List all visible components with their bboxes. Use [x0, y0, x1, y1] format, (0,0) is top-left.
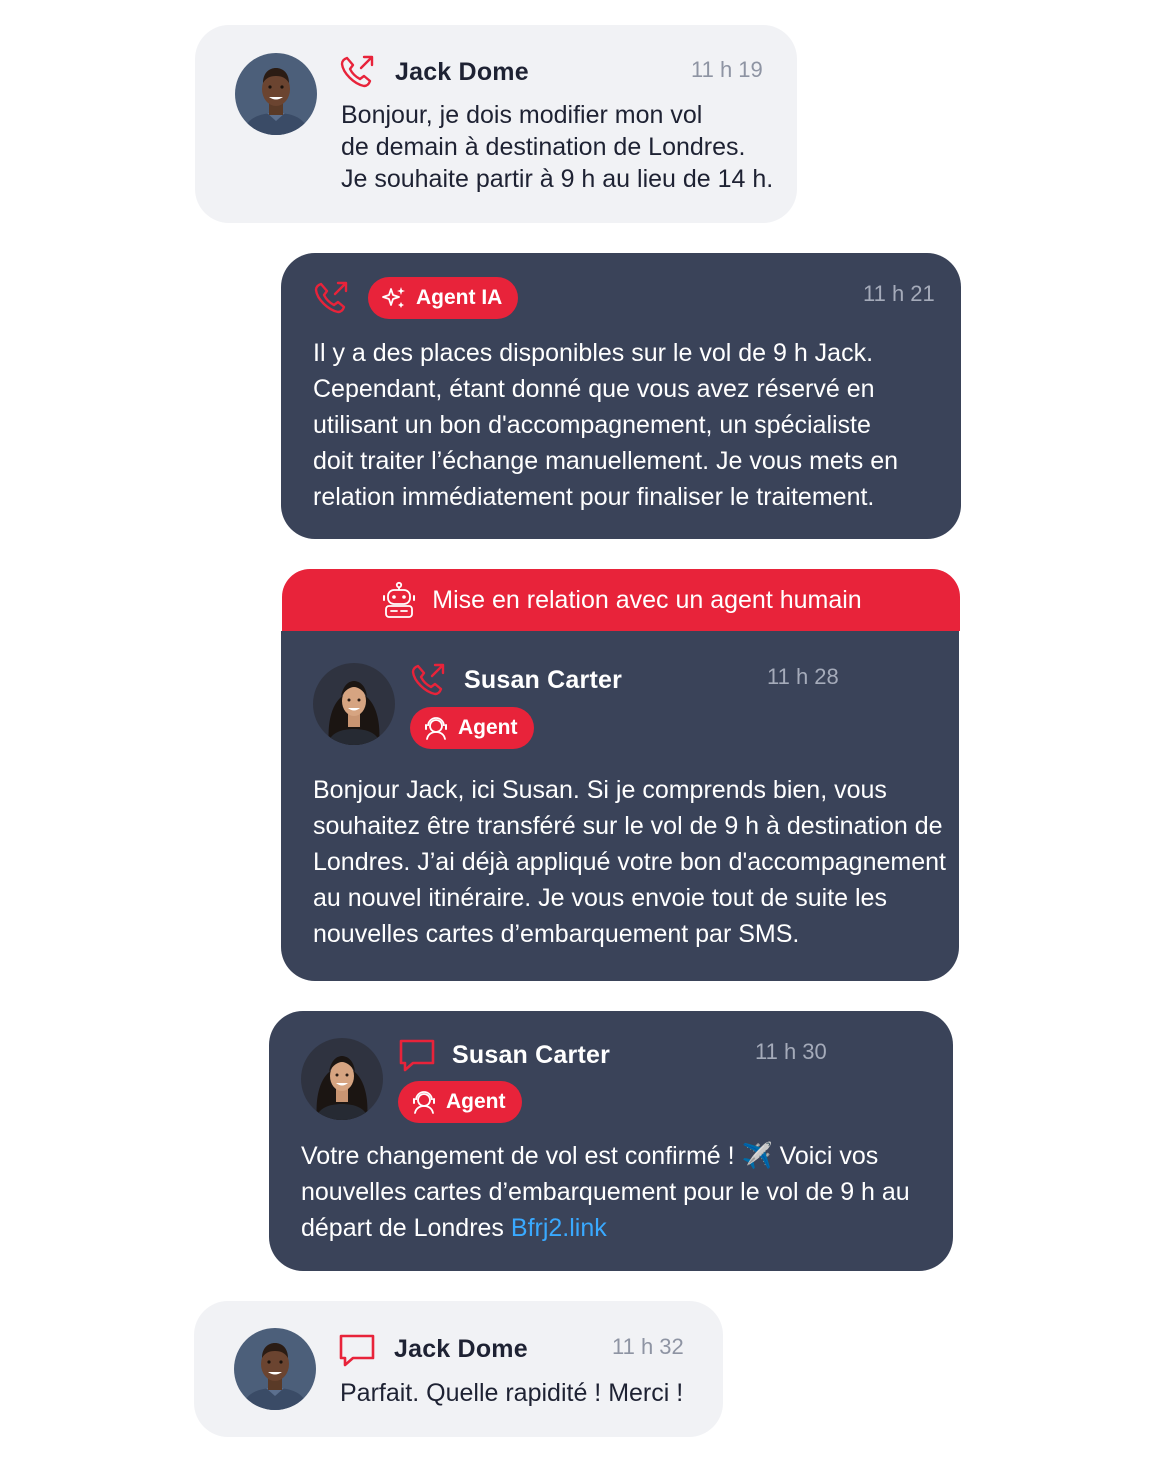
message-line: Je souhaite partir à 9 h au lieu de 14 h…	[341, 165, 774, 193]
avatar-jack-dome	[235, 53, 317, 135]
avatar-jack-dome	[234, 1328, 316, 1410]
message-text: Parfait. Quelle rapidité ! Merci !	[340, 1377, 710, 1409]
message-line: Bonjour Jack, ici Susan. Si je comprends…	[313, 776, 887, 804]
message-line: doit traiter l’échange manuellement. Je …	[313, 447, 899, 475]
badge-label: Agent	[446, 1090, 506, 1113]
message-line: utilisant un bon d'accompagnement, un sp…	[313, 411, 871, 439]
message-line: nouvelles cartes d’embarquement pour le …	[301, 1178, 910, 1206]
message-bubble-susan-2: Susan Carter 11 h 30 Agent Votre changem…	[269, 1011, 953, 1271]
sender-name: Jack Dome	[395, 58, 529, 86]
chat-bubble-icon	[397, 1035, 437, 1075]
banner-label: Mise en relation avec un agent humain	[432, 585, 862, 614]
robot-icon	[380, 581, 418, 619]
phone-call-icon	[311, 278, 351, 318]
message-bubble-jack-2: Jack Dome 11 h 32 Parfait. Quelle rapidi…	[194, 1301, 723, 1437]
message-line: souhaitez être transféré sur le vol de 9…	[313, 812, 943, 840]
message-line: Votre changement de vol est confirmé ! ✈…	[301, 1142, 879, 1170]
message-bubble-agent-ia: Agent IA 11 h 21 Il y a des places dispo…	[281, 253, 961, 539]
boarding-pass-link[interactable]: Bfrj2.link	[511, 1214, 607, 1242]
message-line-text: départ de Londres	[301, 1214, 511, 1242]
message-line: Cependant, étant donné que vous avez rés…	[313, 375, 875, 403]
avatar-susan-carter	[301, 1038, 383, 1120]
avatar-susan-carter	[313, 663, 395, 745]
message-text: Votre changement de vol est confirmé ! ✈…	[301, 1138, 941, 1246]
message-bubble-susan-1: Susan Carter 11 h 28 Agent Bonjour Jack,…	[281, 631, 959, 981]
agent-ia-badge: Agent IA	[368, 277, 519, 319]
message-text: Bonjour, je dois modifier mon vol de dem…	[341, 99, 781, 195]
message-line: Parfait. Quelle rapidité ! Merci !	[340, 1379, 684, 1407]
message-line: Bonjour, je dois modifier mon vol	[341, 101, 703, 129]
message-line: nouvelles cartes d’embarquement par SMS.	[313, 920, 800, 948]
badge-label: Agent	[458, 716, 518, 739]
message-bubble-jack-1: Jack Dome 11 h 19 Bonjour, je dois modif…	[195, 25, 797, 223]
message-line: départ de Londres Bfrj2.link	[301, 1210, 941, 1246]
sender-name: Jack Dome	[394, 1335, 528, 1363]
phone-call-icon	[408, 660, 448, 700]
message-line: au nouvel itinéraire. Je vous envoie tou…	[313, 884, 887, 912]
timestamp: 11 h 30	[755, 1039, 827, 1064]
timestamp: 11 h 28	[767, 664, 839, 689]
message-text: Bonjour Jack, ici Susan. Si je comprends…	[313, 772, 953, 952]
headset-agent-icon	[410, 1088, 438, 1116]
handoff-banner: Mise en relation avec un agent humain	[282, 569, 960, 631]
sender-name: Susan Carter	[452, 1041, 611, 1069]
timestamp: 11 h 32	[612, 1334, 684, 1359]
timestamp: 11 h 21	[863, 281, 935, 306]
message-line: relation immédiatement pour finaliser le…	[313, 483, 875, 511]
timestamp: 11 h 19	[691, 57, 763, 82]
message-line: Londres. J’ai déjà appliqué votre bon d'…	[313, 848, 946, 876]
agent-badge: Agent	[398, 1081, 522, 1123]
message-line: Il y a des places disponibles sur le vol…	[313, 339, 874, 367]
headset-agent-icon	[422, 714, 450, 742]
agent-badge: Agent	[410, 707, 534, 749]
badge-label: Agent IA	[416, 286, 503, 309]
chat-bubble-icon	[337, 1330, 377, 1370]
phone-call-icon	[337, 52, 377, 92]
message-line: de demain à destination de Londres.	[341, 133, 746, 161]
message-text: Il y a des places disponibles sur le vol…	[313, 335, 953, 515]
sparkles-icon	[380, 284, 408, 312]
sender-name: Susan Carter	[464, 666, 623, 694]
